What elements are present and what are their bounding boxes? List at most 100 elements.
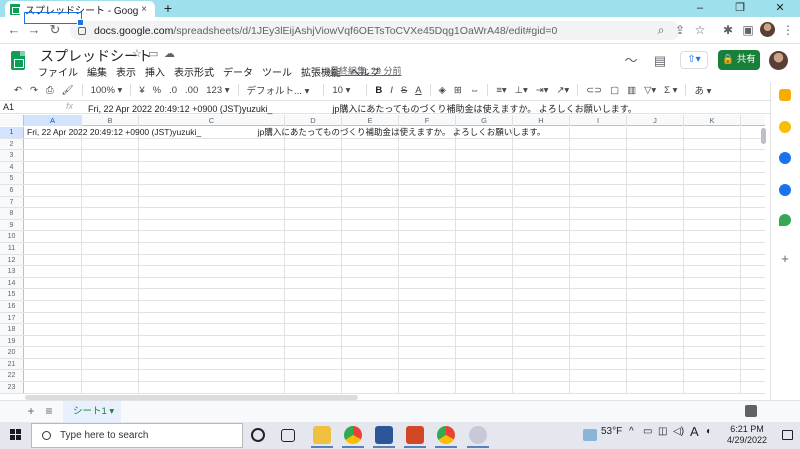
grid-cell[interactable] — [342, 335, 399, 347]
grid-cell[interactable] — [82, 335, 139, 347]
grid-cell[interactable] — [627, 300, 684, 312]
grid-cell[interactable] — [627, 219, 684, 231]
address-bar[interactable]: docs.google.com/spreadsheets/d/1JEy3lEij… — [70, 21, 680, 40]
grid-cell[interactable] — [342, 254, 399, 266]
grid-cell[interactable] — [513, 196, 570, 208]
grid-cell[interactable] — [627, 254, 684, 266]
grid-cell[interactable] — [24, 196, 82, 208]
grid-cell[interactable] — [684, 254, 741, 266]
grid-cell[interactable] — [285, 277, 342, 289]
grid-cell[interactable] — [139, 196, 285, 208]
horizontal-align-icon[interactable]: ≡▾ — [496, 85, 506, 96]
grid-cell[interactable] — [513, 161, 570, 173]
menu-edit[interactable]: 編集 — [87, 64, 107, 79]
grid-cell[interactable] — [82, 300, 139, 312]
grid-cell[interactable] — [399, 300, 456, 312]
grid-cell[interactable] — [342, 300, 399, 312]
paint-format-icon[interactable]: 🖌 — [62, 85, 74, 96]
grid-cell[interactable] — [456, 289, 513, 300]
chrome-window-icon[interactable] — [437, 426, 455, 444]
grid-cell[interactable] — [627, 161, 684, 173]
grid-cell[interactable] — [684, 173, 741, 184]
grid-cell[interactable] — [684, 184, 741, 196]
grid-cell[interactable] — [399, 161, 456, 173]
grid-cell[interactable] — [456, 231, 513, 242]
row-header[interactable]: 6 — [0, 184, 24, 196]
grid-cell[interactable] — [24, 173, 82, 184]
side-panel-icon[interactable]: ▣ — [740, 22, 756, 38]
row-header[interactable]: 10 — [0, 231, 24, 242]
tray-chevron-icon[interactable]: ^ — [629, 426, 634, 437]
row-header[interactable]: 20 — [0, 347, 24, 358]
grid-cell[interactable] — [342, 219, 399, 231]
grid-cell[interactable] — [399, 266, 456, 277]
grid-cell[interactable] — [82, 138, 139, 150]
minimize-button[interactable]: – — [680, 0, 720, 17]
grid-cell[interactable] — [399, 335, 456, 347]
grid-cell[interactable] — [139, 161, 285, 173]
grid-cell[interactable] — [24, 242, 82, 254]
row-header[interactable]: 1 — [0, 127, 24, 138]
text-wrap-icon[interactable]: ⇥▾ — [536, 85, 549, 96]
grid-cell[interactable] — [513, 231, 570, 242]
grid-cell[interactable] — [627, 242, 684, 254]
grid-cell[interactable] — [285, 289, 342, 300]
italic-button[interactable]: I — [390, 85, 393, 96]
new-tab-button[interactable]: + — [161, 1, 175, 15]
grid-cell[interactable] — [24, 324, 82, 335]
grid-cell[interactable] — [139, 208, 285, 219]
grid-cell[interactable] — [570, 196, 627, 208]
present-button[interactable]: ⇧▾ — [680, 51, 708, 69]
row-header[interactable]: 23 — [0, 382, 24, 393]
grid-cell[interactable] — [82, 347, 139, 358]
grid-cell[interactable] — [285, 150, 342, 161]
grid-cell[interactable] — [570, 289, 627, 300]
grid-cell[interactable] — [513, 324, 570, 335]
grid-cell[interactable] — [456, 196, 513, 208]
battery-icon[interactable]: ▭ — [643, 426, 652, 437]
share-button[interactable]: 🔒 共有 — [718, 50, 760, 70]
grid-cell[interactable] — [285, 266, 342, 277]
grid-cell[interactable] — [139, 382, 285, 393]
grid-cell[interactable] — [82, 173, 139, 184]
ime-mode-icon[interactable]: ◐ — [706, 426, 712, 437]
snipping-tool-icon[interactable] — [469, 426, 487, 444]
grid-cell[interactable] — [570, 231, 627, 242]
grid-cell[interactable] — [82, 324, 139, 335]
maps-icon[interactable] — [779, 214, 791, 226]
grid-cell[interactable] — [82, 277, 139, 289]
grid-cell[interactable] — [139, 277, 285, 289]
powerpoint-icon[interactable] — [406, 426, 424, 444]
grid-cell[interactable] — [684, 382, 741, 393]
grid-cell[interactable] — [139, 254, 285, 266]
grid-cell[interactable] — [627, 184, 684, 196]
grid-cell[interactable] — [399, 231, 456, 242]
grid-cell[interactable] — [342, 173, 399, 184]
grid-cell[interactable] — [627, 324, 684, 335]
column-header-h[interactable]: H — [513, 115, 570, 126]
grid-cell[interactable] — [285, 208, 342, 219]
print-icon[interactable]: ⎙ — [46, 85, 54, 96]
column-header-b[interactable]: B — [82, 115, 139, 126]
grid-cell[interactable] — [684, 127, 741, 138]
grid-cell[interactable] — [513, 277, 570, 289]
grid-cell[interactable] — [399, 277, 456, 289]
all-sheets-button[interactable]: ≡ — [42, 404, 56, 418]
grid-cell[interactable] — [684, 266, 741, 277]
menu-file[interactable]: ファイル — [38, 64, 78, 79]
grid-cell[interactable] — [399, 208, 456, 219]
grid-cell[interactable] — [456, 347, 513, 358]
contacts-icon[interactable] — [779, 184, 791, 196]
column-header-j[interactable]: J — [627, 115, 684, 126]
notification-icon[interactable] — [782, 430, 793, 440]
grid-cell[interactable] — [684, 370, 741, 382]
grid-cell[interactable] — [570, 254, 627, 266]
word-icon[interactable] — [375, 426, 393, 444]
tasks-icon[interactable] — [779, 152, 791, 164]
grid-cell[interactable] — [513, 347, 570, 358]
grid-cell[interactable] — [570, 312, 627, 324]
grid-cell[interactable] — [139, 138, 285, 150]
grid-cell[interactable] — [285, 219, 342, 231]
vertical-scrollbar[interactable] — [761, 128, 766, 144]
keep-icon[interactable] — [779, 121, 791, 133]
